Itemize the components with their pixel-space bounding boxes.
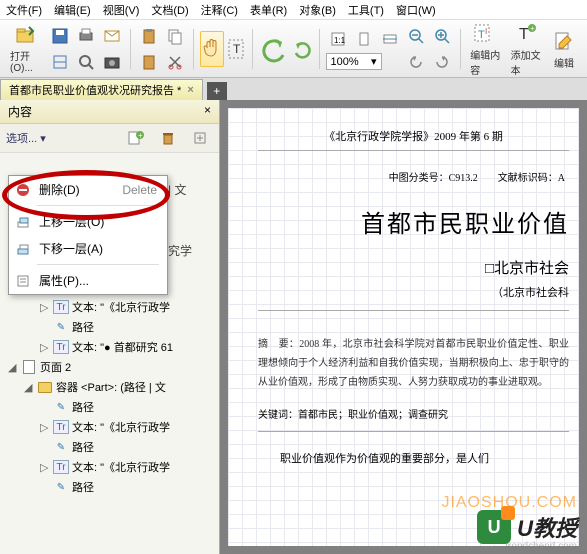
sidebar-close-icon[interactable]: × [204, 103, 211, 120]
document-tab-title: 首都市民职业价值观状况研究报告 * [9, 82, 181, 98]
new-tab-button[interactable]: + [207, 82, 227, 100]
undo-button[interactable] [259, 33, 289, 65]
page-title: 首都市民职业价值 [258, 204, 569, 239]
edit-content-button[interactable]: TI [470, 20, 500, 46]
zoom-out-button[interactable] [404, 24, 428, 48]
menu-edit[interactable]: 编辑(E) [54, 2, 91, 18]
context-menu: 删除(D)Delete 上移一层(O) 下移一层(A) 属性(P)... [8, 175, 168, 295]
actual-size-button[interactable]: 1:1 [326, 27, 350, 51]
main-toolbar: 打开(O)... T 1:1 [0, 20, 587, 78]
tree-path-item[interactable]: ✎路径 [2, 437, 217, 457]
text-select-button[interactable]: T [226, 37, 246, 61]
svg-text:1:1: 1:1 [334, 36, 346, 45]
zoom-in-button[interactable] [430, 24, 454, 48]
print-button[interactable] [74, 24, 98, 48]
fit-page-button[interactable] [352, 27, 376, 51]
menu-object[interactable]: 对象(B) [299, 2, 336, 18]
content-tree: 续)... ▷Tr文本: "《北京行政学 ✎路径 ▷Tr文本: "● 首都研究 … [0, 273, 219, 554]
edit-mode-button[interactable] [551, 28, 577, 54]
delete-icon [15, 182, 31, 198]
tree-page-item[interactable]: ◢页面 2 [2, 357, 217, 377]
document-tab-bar: 首都市民职业价值观状况研究报告 * × + [0, 78, 587, 100]
rotate-right-button[interactable] [430, 50, 454, 74]
expand-icon[interactable] [187, 127, 213, 149]
page-journal-header: 《北京行政学院学报》2009 年第 6 期 [258, 128, 569, 144]
fit-width-button[interactable] [378, 27, 402, 51]
open-label: 打开(O)... [10, 48, 42, 74]
add-text-label: 添加文本 [511, 47, 541, 77]
delete-item-icon[interactable] [155, 127, 181, 149]
new-item-icon[interactable]: + [123, 127, 149, 149]
page-abstract: 摘 要：2008 年，北京市社会科学院对首都市民职业价值定性、职业理想倾向于个人… [258, 335, 569, 392]
scan-button[interactable] [48, 50, 72, 74]
menu-comment[interactable]: 注释(C) [201, 2, 238, 18]
tree-text-item[interactable]: ▷Tr文本: "《北京行政学 [2, 297, 217, 317]
menu-tools[interactable]: 工具(T) [348, 2, 384, 18]
content-sidebar: 内容 × 选项... ▾ + | 文 究学 续)... ▷Tr文本: "《北京行… [0, 100, 220, 554]
tree-path-item[interactable]: ✎路径 [2, 397, 217, 417]
menu-document[interactable]: 文档(D) [151, 2, 188, 18]
zoom-combo[interactable]: 100%▾ [326, 53, 382, 70]
properties-icon [15, 273, 31, 289]
svg-text:T: T [519, 26, 529, 43]
svg-text:T: T [233, 42, 241, 56]
tree-text-item[interactable]: ▷Tr文本: "《北京行政学 [2, 457, 217, 477]
clipboard-button[interactable] [137, 24, 161, 48]
svg-text:+: + [530, 24, 535, 33]
sidebar-options-row: 选项... ▾ + [0, 124, 219, 153]
tree-path-item[interactable]: ✎路径 [2, 477, 217, 497]
svg-text:I: I [485, 27, 487, 36]
layer-up-icon [15, 214, 31, 230]
obscured-text: | 文 究学 [168, 175, 192, 265]
watermark-logo-icon: U [477, 510, 511, 544]
page-subtitle: □北京市社会 [258, 257, 569, 278]
document-tab[interactable]: 首都市民职业价值观状况研究报告 * × [0, 79, 203, 100]
rotate-left-button[interactable] [404, 50, 428, 74]
search-button[interactable] [74, 50, 98, 74]
edit-mode-label: 编辑 [554, 55, 574, 70]
document-viewport[interactable]: 《北京行政学院学报》2009 年第 6 期 中图分类号：C913.2 文献标识码… [220, 100, 587, 554]
menu-form[interactable]: 表单(R) [250, 2, 287, 18]
pdf-page: 《北京行政学院学报》2009 年第 6 期 中图分类号：C913.2 文献标识码… [228, 108, 579, 546]
save-button[interactable] [48, 24, 72, 48]
paste-button[interactable] [137, 50, 161, 74]
menu-window[interactable]: 窗口(W) [396, 2, 436, 18]
tree-text-item[interactable]: ▷Tr文本: "《北京行政学 [2, 417, 217, 437]
svg-text:T: T [478, 29, 485, 41]
edit-content-label: 编辑内容 [470, 47, 500, 77]
cut-button[interactable] [163, 50, 187, 74]
redo-button[interactable] [291, 37, 313, 61]
page-affiliation: （北京市社会科 [258, 284, 569, 300]
snapshot-button[interactable] [100, 50, 124, 74]
page-keywords: 关键词：首都市民；职业价值观；调查研究 [258, 406, 569, 421]
ctx-delete[interactable]: 删除(D)Delete [9, 176, 167, 203]
close-tab-icon[interactable]: × [187, 84, 193, 96]
watermark-brand: U教授 [517, 511, 577, 543]
open-button[interactable] [14, 23, 38, 47]
tree-path-item[interactable]: ✎路径 [2, 317, 217, 337]
ctx-move-down[interactable]: 下移一层(A) [9, 235, 167, 262]
email-button[interactable] [100, 24, 124, 48]
ctx-properties[interactable]: 属性(P)... [9, 267, 167, 294]
hand-tool-button[interactable] [200, 31, 224, 67]
copy-button[interactable] [163, 24, 187, 48]
tree-part-container[interactable]: ◢容器 <Part>: (路径 | 文 [2, 377, 217, 397]
page-body-text: 职业价值观作为价值观的重要部分，是人们 [258, 450, 569, 466]
svg-text:+: + [138, 131, 143, 140]
menu-view[interactable]: 视图(V) [103, 2, 140, 18]
menu-bar: 文件(F) 编辑(E) 视图(V) 文档(D) 注释(C) 表单(R) 对象(B… [0, 0, 587, 20]
menu-file[interactable]: 文件(F) [6, 2, 42, 18]
ctx-move-up[interactable]: 上移一层(O) [9, 208, 167, 235]
page-classification: 中图分类号：C913.2 文献标识码：A [258, 169, 569, 184]
sidebar-title: 内容 [8, 103, 32, 120]
layer-down-icon [15, 241, 31, 257]
tree-text-item[interactable]: ▷Tr文本: "● 首都研究 61 [2, 337, 217, 357]
watermark: U U教授 [477, 510, 577, 544]
options-dropdown[interactable]: 选项... ▾ [6, 130, 46, 146]
add-text-button[interactable]: T+ [511, 20, 541, 46]
